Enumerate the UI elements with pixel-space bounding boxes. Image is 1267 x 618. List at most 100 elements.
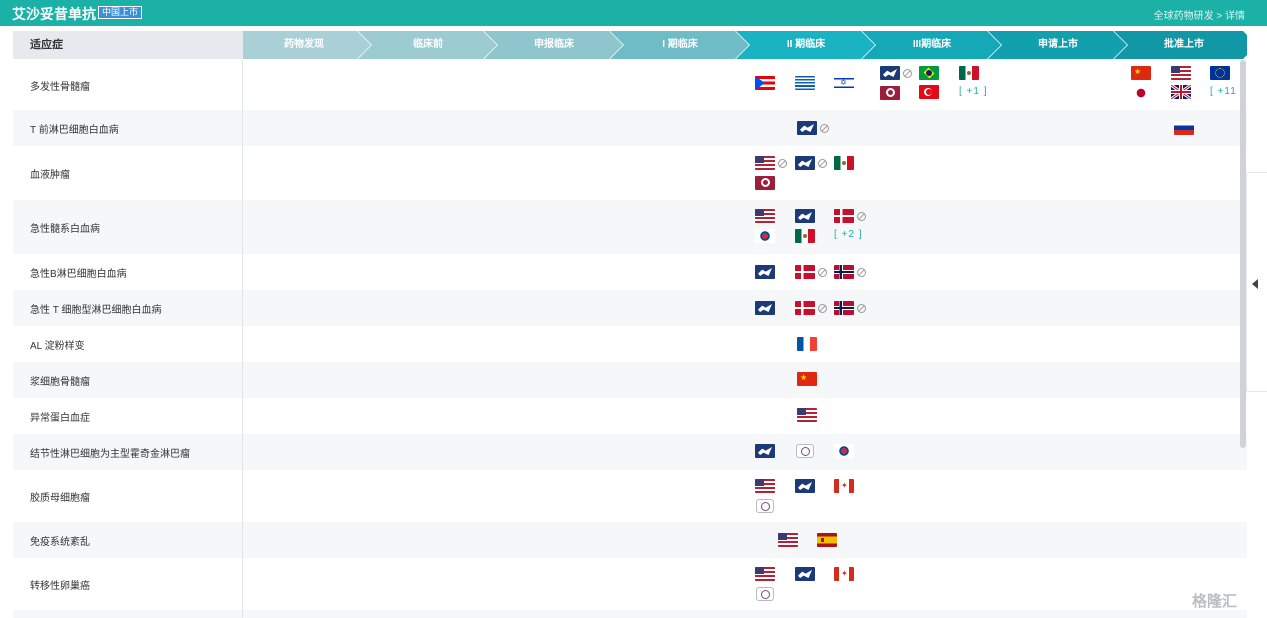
stage-phase1: I 期临床 [662, 39, 698, 50]
stage-header: 药物发现 临床前 申报临床 I 期临床 II 期临床 III期临床 申请上市 批… [243, 31, 1247, 59]
indication-label: 转移性卵巢癌 [30, 580, 90, 592]
flag-eu-ema-icon [795, 479, 815, 493]
watermark: 格隆汇 [1192, 593, 1238, 610]
flag-usa-icon [755, 479, 775, 493]
top-bar: 艾沙妥昔单抗 中国上市 全球药物研发 > 详情 [0, 0, 1267, 26]
flag-usa-icon [1171, 66, 1191, 80]
flag-usa-icon [797, 408, 817, 422]
indication-label: 免疫系统紊乱 [30, 536, 90, 548]
indication-label: 胶质母细胞瘤 [30, 492, 90, 504]
flag-puerto-rico-icon [755, 76, 775, 90]
flag-taiwan-icon [755, 176, 775, 190]
flag-usa-icon [755, 209, 775, 223]
not-applicable-icon [818, 304, 827, 313]
flag-eu-ema-icon [797, 121, 817, 135]
flag-taiwan-seal-icon [756, 587, 774, 601]
table-row[interactable]: 血液肿瘤 [13, 146, 1247, 200]
flag-denmark-icon [834, 209, 854, 223]
more-countries-link[interactable]: [ +1 ] [959, 86, 988, 97]
flag-mexico-icon [795, 229, 815, 243]
flag-norway-icon [834, 265, 854, 279]
stage-approved: 批准上市 [1164, 39, 1204, 50]
table-row[interactable]: 异常蛋白血症 [13, 398, 1247, 434]
table-row[interactable]: 急性 T 细胞型淋巴细胞白血病 [13, 290, 1247, 326]
not-applicable-icon [903, 69, 912, 78]
flag-eu-ema-icon [795, 209, 815, 223]
flag-korea-icon [755, 229, 775, 243]
flag-denmark-icon [795, 301, 815, 315]
indication-label: AL 淀粉样变 [30, 340, 85, 352]
indication-label: 异常蛋白血症 [30, 412, 90, 424]
stage-discovery: 药物发现 [284, 39, 324, 50]
not-applicable-icon [857, 268, 866, 277]
flag-japan-icon [1131, 86, 1151, 100]
not-applicable-icon [857, 304, 866, 313]
table-row[interactable]: 浆细胞骨髓瘤 [13, 362, 1247, 398]
flag-mexico-icon [959, 66, 979, 80]
indication-label: T 前淋巴细胞白血病 [30, 124, 119, 136]
indication-label: 急性髓系白血病 [30, 223, 100, 235]
flag-eu-ema-icon [795, 156, 815, 170]
flag-eu-ema-icon [755, 265, 775, 279]
stage-phase2: II 期临床 [786, 39, 826, 50]
flag-eu-ema-icon [795, 567, 815, 581]
stage-preclinical: 临床前 [413, 39, 443, 50]
collapse-side-panel[interactable] [1246, 172, 1267, 392]
flag-taiwan-seal-icon [796, 444, 814, 458]
indication-label: 急性B淋巴细胞白血病 [30, 268, 127, 280]
indication-label: 浆细胞骨髓瘤 [30, 376, 90, 388]
stage-phase3: III期临床 [912, 39, 952, 50]
not-applicable-icon [778, 159, 787, 168]
indication-label: 结节性淋巴细胞为主型霍奇金淋巴瘤 [30, 448, 190, 460]
flag-eu-icon [1210, 66, 1230, 80]
more-countries-link[interactable]: [ +2 ] [834, 229, 863, 240]
flag-canada-icon: ✦ [834, 567, 854, 581]
flag-china-icon: ★ [1131, 66, 1151, 80]
flag-france-icon [797, 337, 817, 351]
china-market-badge: 中国上市 [98, 6, 143, 19]
table-row[interactable]: 急性髓系白血病 [13, 200, 1247, 254]
flag-denmark-icon [795, 265, 815, 279]
flag-korea-icon [834, 444, 854, 458]
indication-column-header: 适应症 [13, 31, 243, 59]
table-row[interactable]: 转移性卵巢癌 [13, 558, 1247, 610]
stage-ind: 申报临床 [534, 39, 574, 50]
flag-taiwan-seal-icon [756, 499, 774, 513]
indication-label: 急性 T 细胞型淋巴细胞白血病 [30, 304, 162, 316]
column-divider [242, 60, 243, 618]
table-row[interactable]: 免疫系统紊乱 [13, 522, 1247, 558]
indication-label: 多发性骨髓瘤 [30, 81, 90, 93]
table-row[interactable]: T 前淋巴细胞白血病 [13, 110, 1247, 146]
table-row[interactable]: 多发性骨髓瘤 [13, 60, 1247, 110]
table-row[interactable]: 急性B淋巴细胞白血病 [13, 254, 1247, 290]
stage-nda: 申请上市 [1038, 39, 1078, 50]
flag-canada-icon: ✦ [834, 479, 854, 493]
flag-china-icon: ★ [797, 372, 817, 386]
flag-spain-icon [817, 533, 837, 547]
table-row[interactable]: 胶质母细胞瘤 [13, 470, 1247, 522]
chevron-left-icon [1252, 279, 1258, 289]
drug-title: 艾沙妥昔单抗 [12, 6, 96, 22]
flag-brazil-icon [919, 66, 939, 80]
flag-usa-icon [755, 156, 775, 170]
indication-label: 血液肿瘤 [30, 169, 70, 181]
flag-usa-icon [778, 533, 798, 547]
flag-taiwan-icon [880, 86, 900, 100]
flag-usa-icon [755, 567, 775, 581]
table-row[interactable]: 结节性淋巴细胞为主型霍奇金淋巴瘤 [13, 434, 1247, 470]
pipeline-table: 多发性骨髓瘤 T 前淋巴细胞白血病 血液肿瘤 急性髓系白血病 急性B淋巴细胞白血… [13, 60, 1247, 618]
flag-eu-ema-icon [755, 444, 775, 458]
flag-russia-icon [1174, 121, 1194, 135]
not-applicable-icon [818, 159, 827, 168]
not-applicable-icon [857, 212, 866, 221]
flag-uk-icon [1171, 85, 1191, 99]
flag-israel-icon: ✡ [834, 76, 854, 90]
flag-norway-icon [834, 301, 854, 315]
table-row[interactable]: AL 淀粉样变 [13, 326, 1247, 362]
flag-eu-ema-icon [880, 66, 900, 80]
table-row [13, 610, 1247, 618]
breadcrumb[interactable]: 全球药物研发 > 详情 [1154, 7, 1245, 22]
flag-turkey-icon [919, 85, 939, 99]
not-applicable-icon [818, 268, 827, 277]
not-applicable-icon [820, 124, 829, 133]
